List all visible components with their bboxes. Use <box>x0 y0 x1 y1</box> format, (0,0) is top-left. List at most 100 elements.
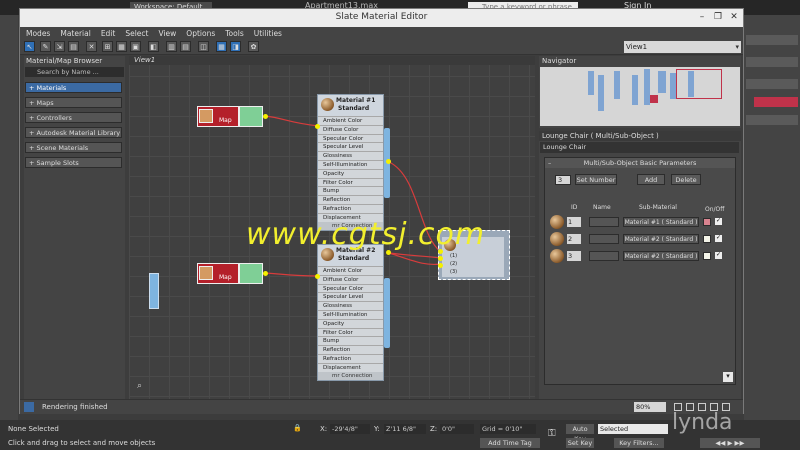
slot-refraction[interactable]: Refraction <box>318 203 383 213</box>
close-button[interactable]: ✕ <box>727 11 741 23</box>
material-node-1[interactable]: Material #1 Standard Ambient Color Diffu… <box>317 94 384 231</box>
delete-button[interactable]: Delete <box>671 174 701 185</box>
y-coordinate-field[interactable]: Z'11 6/8" <box>384 424 426 434</box>
menu-material[interactable]: Material <box>60 29 90 38</box>
select-by-material-icon[interactable]: ◨ <box>230 41 241 52</box>
slot-bump[interactable]: Bump <box>318 336 383 346</box>
diffuse-input-socket[interactable] <box>315 274 320 279</box>
pick-material-icon[interactable]: ✎ <box>40 41 51 52</box>
browser-item-scene-materials[interactable]: + Scene Materials <box>25 142 122 153</box>
add-button[interactable]: Add <box>637 174 665 185</box>
sub-material-color-swatch[interactable] <box>703 218 711 226</box>
set-number-button[interactable]: Set Number <box>575 174 617 185</box>
collapse-icon[interactable]: – <box>548 158 551 168</box>
object-color-swatch[interactable] <box>754 97 798 107</box>
browser-item-materials[interactable]: + Materials <box>25 82 122 93</box>
sub-material-enabled-checkbox[interactable]: ✓ <box>715 218 722 225</box>
offscreen-node[interactable] <box>149 273 159 309</box>
slot-self-illumination[interactable]: Self-Illumination <box>318 309 383 319</box>
set-key-button[interactable]: Set Key <box>566 438 594 448</box>
playback-controls[interactable]: ◀◀ ▶ ▶▶ <box>700 438 760 448</box>
sub-material-name-field[interactable] <box>589 234 619 244</box>
column-sub-material[interactable]: Sub-Material <box>639 204 677 211</box>
slot-ambient-color[interactable]: Ambient Color <box>318 266 383 275</box>
map-output-socket[interactable] <box>263 271 268 276</box>
browser-item-controllers[interactable]: + Controllers <box>25 112 122 123</box>
slot-filter-color[interactable]: Filter Color <box>318 177 383 187</box>
multi-slot-3[interactable]: (3) <box>450 269 457 275</box>
command-panel-tab[interactable] <box>746 35 798 45</box>
sub-material-button[interactable]: Material #2 ( Standard ) <box>623 251 699 261</box>
slot-refraction[interactable]: Refraction <box>318 353 383 363</box>
sub-material-color-swatch[interactable] <box>703 235 711 243</box>
column-id[interactable]: ID <box>571 204 577 211</box>
slot-specular-level[interactable]: Specular Level <box>318 292 383 302</box>
slot-specular-color[interactable]: Specular Color <box>318 283 383 293</box>
material-node-2[interactable]: Material #2 Standard Ambient Color Diffu… <box>317 244 384 381</box>
layout-all-icon[interactable]: ▥ <box>166 41 177 52</box>
menu-edit[interactable]: Edit <box>101 29 116 38</box>
sub-material-enabled-checkbox[interactable]: ✓ <box>715 235 722 242</box>
menu-options[interactable]: Options <box>186 29 215 38</box>
slot-reflection[interactable]: Reflection <box>318 345 383 354</box>
map-output-socket[interactable] <box>263 114 268 119</box>
binoculars-icon[interactable]: ⌕ <box>137 381 142 391</box>
slot-displacement[interactable]: Displacement <box>318 362 383 372</box>
layout-children-icon[interactable]: ▤ <box>180 41 191 52</box>
material-map-navigator-icon[interactable]: ◫ <box>198 41 209 52</box>
material-output-socket[interactable] <box>386 159 391 164</box>
key-filters-button[interactable]: Key Filters... <box>614 438 664 448</box>
view-dropdown[interactable]: View1 ▾ <box>624 41 741 53</box>
sub-material-id[interactable]: 1 <box>567 217 581 227</box>
slot-specular-color[interactable]: Specular Color <box>318 133 383 143</box>
restore-button[interactable]: ❐ <box>711 11 725 23</box>
show-map-icon[interactable]: ▣ <box>130 41 141 52</box>
key-icon[interactable]: ⚿ <box>548 428 556 439</box>
move-children-icon[interactable]: ⊞ <box>102 41 113 52</box>
slot-ambient-color[interactable]: Ambient Color <box>318 116 383 125</box>
put-to-library-icon[interactable]: ▤ <box>68 41 79 52</box>
bitmap-node-2[interactable]: Map <box>197 263 263 284</box>
slot-opacity[interactable]: Opacity <box>318 168 383 178</box>
show-background-icon[interactable]: ▦ <box>116 41 127 52</box>
browser-item-sample-slots[interactable]: + Sample Slots <box>25 157 122 168</box>
delete-icon[interactable]: ✕ <box>86 41 97 52</box>
command-panel-field[interactable] <box>746 57 798 67</box>
menu-view[interactable]: View <box>158 29 176 38</box>
scroll-down-button[interactable]: ▾ <box>723 372 733 382</box>
multi-slot-2[interactable]: (2) <box>450 261 457 267</box>
multi-input-socket[interactable] <box>438 256 443 261</box>
sub-material-button[interactable]: Material #2 ( Standard ) <box>623 234 699 244</box>
auto-key-button[interactable]: Auto Key <box>566 424 594 443</box>
slot-glossiness[interactable]: Glossiness <box>318 151 383 160</box>
parameter-editor-icon[interactable]: ▦ <box>216 41 227 52</box>
assign-material-icon[interactable]: ⇲ <box>54 41 65 52</box>
sub-material-color-swatch[interactable] <box>703 252 711 260</box>
render-icon[interactable]: ✿ <box>248 41 259 52</box>
sub-material-name-field[interactable] <box>589 251 619 261</box>
slot-bump[interactable]: Bump <box>318 186 383 196</box>
bitmap-node-1[interactable]: Map <box>197 106 263 127</box>
rollout-header[interactable]: – Multi/Sub-Object Basic Parameters <box>545 158 735 168</box>
menu-modes[interactable]: Modes <box>26 29 50 38</box>
slot-glossiness[interactable]: Glossiness <box>318 301 383 310</box>
z-coordinate-field[interactable]: 0'0" <box>440 424 474 434</box>
menu-utilities[interactable]: Utilities <box>254 29 282 38</box>
mr-connection-rollout[interactable]: mr Connection <box>318 371 383 380</box>
show-end-result-icon[interactable]: ◧ <box>148 41 159 52</box>
select-tool-icon[interactable]: ↖ <box>24 41 35 52</box>
slot-diffuse-color[interactable]: Diffuse Color <box>318 124 383 134</box>
slot-specular-level[interactable]: Specular Level <box>318 142 383 152</box>
material-name-input[interactable]: Lounge Chair <box>540 142 739 153</box>
diffuse-input-socket[interactable] <box>315 124 320 129</box>
x-coordinate-field[interactable]: -29'4/8" <box>330 424 370 434</box>
browser-item-autodesk-library[interactable]: + Autodesk Material Library <box>25 127 122 138</box>
menu-tools[interactable]: Tools <box>225 29 243 38</box>
key-mode-dropdown[interactable]: Selected <box>598 424 668 434</box>
minimize-button[interactable]: – <box>695 11 709 23</box>
browser-item-maps[interactable]: + Maps <box>25 97 122 108</box>
browser-search-input[interactable]: Search by Name ... <box>25 67 124 77</box>
slot-diffuse-color[interactable]: Diffuse Color <box>318 274 383 284</box>
add-time-tag-button[interactable]: Add Time Tag <box>480 438 540 448</box>
multi-input-socket[interactable] <box>438 263 443 268</box>
